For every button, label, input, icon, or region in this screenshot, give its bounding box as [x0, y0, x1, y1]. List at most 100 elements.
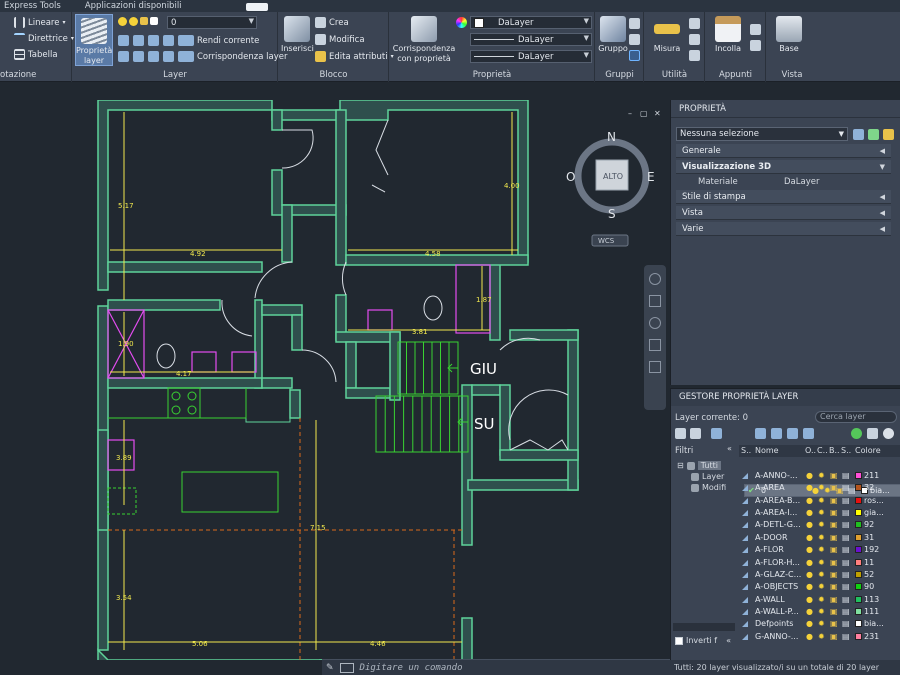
insert-button[interactable]: Inserisci	[281, 16, 314, 54]
sun-icon[interactable]: ✹	[818, 544, 825, 556]
gear-icon[interactable]	[883, 428, 894, 439]
bulb-icon[interactable]: ●	[806, 606, 813, 618]
lock-icon[interactable]: ▣	[830, 507, 838, 519]
invert-filter[interactable]: Inverti f «	[675, 636, 731, 645]
col-name[interactable]: Nome	[755, 445, 779, 457]
layer-color[interactable]: 52	[855, 569, 874, 581]
match-properties-button[interactable]: Corrispondenza con proprietà	[392, 16, 456, 64]
section-vista[interactable]: Vista ◀	[676, 206, 891, 220]
bulb-icon[interactable]: ●	[806, 482, 813, 494]
minimize-icon[interactable]: –	[628, 109, 632, 118]
command-input[interactable]: Digitare un comando	[360, 663, 463, 673]
layer-color[interactable]: 111	[855, 606, 879, 618]
refresh-icon[interactable]	[851, 428, 862, 439]
zoom-icon[interactable]	[649, 317, 661, 329]
sun-icon[interactable]: ✹	[818, 519, 825, 531]
printer-icon[interactable]: ▤	[842, 569, 850, 581]
sun-icon[interactable]: ✹	[818, 594, 825, 606]
bulb-icon[interactable]: ●	[806, 631, 813, 643]
select-objects-icon[interactable]	[868, 129, 879, 140]
printer-icon[interactable]: ▤	[842, 470, 850, 482]
lock-icon[interactable]: ▣	[830, 519, 838, 531]
layer-tool-icon[interactable]	[163, 35, 174, 46]
lineweight-combo[interactable]: DaLayer ▼	[470, 50, 592, 63]
sun-icon[interactable]: ✹	[818, 581, 825, 593]
color-combo[interactable]: DaLayer ▼	[470, 16, 592, 29]
layer-combo[interactable]: 0 ▼	[167, 16, 257, 29]
bulb-icon[interactable]: ●	[806, 532, 813, 544]
printer-icon[interactable]: ▤	[842, 581, 850, 593]
measure-button[interactable]: Misura	[649, 16, 685, 54]
layer-properties-button[interactable]: Proprietà layer	[75, 14, 113, 66]
layer-color[interactable]: 231	[855, 631, 879, 643]
printer-icon[interactable]: ▤	[842, 606, 850, 618]
col-freeze[interactable]: C..	[817, 445, 828, 457]
compass-e[interactable]: E	[647, 170, 655, 184]
linetype-combo[interactable]: DaLayer ▼	[470, 33, 592, 46]
paste-button[interactable]: Incolla	[710, 16, 746, 54]
layer-color[interactable]: 92	[855, 519, 874, 531]
filter-scrollbar[interactable]	[673, 623, 735, 631]
create-block-button[interactable]: Crea	[315, 17, 349, 28]
panel-title-vista[interactable]: Vista	[767, 70, 817, 80]
sun-icon[interactable]: ✹	[818, 569, 825, 581]
invert-checkbox[interactable]	[675, 636, 683, 645]
material-row[interactable]: Materiale DaLayer	[676, 175, 891, 189]
bulb-icon[interactable]: ●	[806, 495, 813, 507]
new-layer-vp-icon[interactable]	[771, 428, 782, 439]
layer-states-icon[interactable]	[711, 428, 722, 439]
col-on[interactable]: O..	[805, 445, 816, 457]
layer-tool-icon[interactable]	[148, 35, 159, 46]
compass-s[interactable]: S	[608, 207, 616, 221]
viewcube[interactable]: ALTO N S E O WCS	[566, 130, 655, 247]
sun-icon[interactable]: ✹	[818, 631, 825, 643]
filter-layer[interactable]: Layer	[702, 472, 724, 481]
cut-icon[interactable]	[750, 40, 761, 51]
printer-icon[interactable]: ▤	[842, 544, 850, 556]
group-filter-icon[interactable]	[690, 428, 701, 439]
leader-button[interactable]: Direttrice ▾	[14, 33, 74, 44]
close-icon[interactable]: ✕	[654, 109, 661, 118]
layer-color[interactable]: 90	[855, 581, 874, 593]
layer-color[interactable]: 31	[855, 532, 874, 544]
lock-icon[interactable]: ▣	[830, 495, 838, 507]
make-current-button[interactable]: Rendi corrente	[183, 35, 259, 46]
col-color[interactable]: Colore	[855, 445, 881, 457]
lock-icon[interactable]: ▣	[830, 594, 838, 606]
printer-icon[interactable]: ▤	[842, 618, 850, 630]
layer-row[interactable]: ◢ A-GLAZ-C... ● ✹ ▣ ▤ 52	[739, 569, 900, 581]
layer-row[interactable]: ◢ A-AREA-I... ● ✹ ▣ ▤ gia...	[739, 507, 900, 519]
filter-modified[interactable]: Modifi	[702, 483, 726, 492]
layer-row[interactable]: ◢ A-ANNO-... ● ✹ ▣ ▤ 211	[739, 470, 900, 482]
set-current-icon[interactable]	[803, 428, 814, 439]
layer-settings-icon[interactable]	[867, 428, 878, 439]
layer-tool-icon[interactable]	[148, 51, 159, 62]
calculator-icon[interactable]	[689, 50, 700, 61]
layer-color[interactable]: 192	[855, 544, 879, 556]
printer-icon[interactable]: ▤	[842, 519, 850, 531]
compass-n[interactable]: N	[607, 130, 616, 144]
lock-icon[interactable]: ▣	[830, 544, 838, 556]
delete-layer-icon[interactable]	[787, 428, 798, 439]
layer-row[interactable]: ◢ A-OBJECTS ● ✹ ▣ ▤ 90	[739, 581, 900, 593]
layer-color[interactable]: 211	[855, 470, 879, 482]
printer-icon[interactable]: ▤	[842, 507, 850, 519]
lock-icon[interactable]: ▣	[830, 470, 838, 482]
sun-icon[interactable]: ✹	[818, 507, 825, 519]
showmotion-icon[interactable]	[649, 361, 661, 373]
panel-title-blocco[interactable]: Blocco	[279, 70, 388, 80]
layer-tool-icon[interactable]	[133, 35, 144, 46]
col-status[interactable]: S..	[741, 445, 751, 457]
layer-color[interactable]: 113	[855, 594, 879, 606]
linear-button[interactable]: Lineare ▾	[14, 17, 65, 28]
layer-row[interactable]: ◢ Defpoints ● ✹ ▣ ▤ bia...	[739, 618, 900, 630]
sun-icon[interactable]: ✹	[818, 606, 825, 618]
drawing-canvas[interactable]: GIU SU 5.17 4.92 4.00 4.58 1.87 3.81 1.9…	[0, 100, 670, 660]
table-button[interactable]: Tabella	[14, 49, 58, 60]
bulb-icon[interactable]: ●	[806, 544, 813, 556]
panel-title-annotazione[interactable]: otazione	[0, 70, 71, 80]
tree-collapse-icon[interactable]: ⊟	[677, 461, 684, 470]
sun-icon[interactable]: ✹	[818, 557, 825, 569]
layer-row[interactable]: ◢ A-FLOR ● ✹ ▣ ▤ 192	[739, 544, 900, 556]
lock-icon[interactable]: ▣	[830, 557, 838, 569]
